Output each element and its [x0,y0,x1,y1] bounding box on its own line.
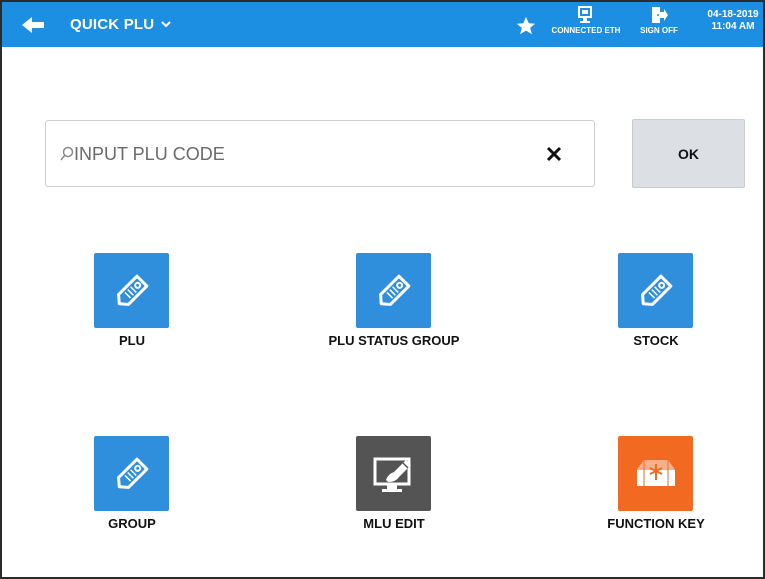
chevron-down-icon [161,21,172,28]
search-icon [60,146,74,161]
tile-plu-status-group-icon-box [356,253,431,328]
back-arrow-icon [22,17,44,33]
app-window: QUICK PLU CONNECTED ETH SIGN OFF 04-18-2… [0,0,765,579]
tile-plu-status-group-label: PLU STATUS GROUP [328,333,460,348]
connection-status-label: CONNECTED ETH [551,26,621,35]
sign-off-icon [652,7,668,23]
ok-button-label: OK [678,145,699,162]
time-text: 11:04 AM [711,21,755,32]
price-tag-icon [640,274,672,306]
sign-off-label: SIGN OFF [640,26,678,35]
tile-function-key[interactable]: FUNCTION KEY [566,436,746,536]
tile-stock-label: STOCK [633,333,679,348]
clear-button[interactable] [543,143,565,165]
screen-title: QUICK PLU [70,15,155,33]
star-icon [516,16,536,35]
plu-search-box [45,120,595,187]
tile-function-key-icon-box [618,436,693,511]
top-bar: QUICK PLU CONNECTED ETH SIGN OFF 04-18-2… [2,2,763,47]
tile-plu-icon-box [94,253,169,328]
tile-stock[interactable]: STOCK [566,253,746,353]
tile-group[interactable]: GROUP [42,436,222,536]
function-key-icon [636,459,675,486]
date-time: 04-18-2019 11:04 AM [704,9,762,33]
sign-off-button[interactable]: SIGN OFF [638,6,680,44]
close-icon [546,146,562,162]
network-icon [578,6,592,23]
tile-mlu-edit[interactable]: MLU EDIT [304,436,484,536]
connection-status: CONNECTED ETH [550,6,622,44]
tile-function-key-label: FUNCTION KEY [607,516,705,531]
plu-code-input[interactable] [74,139,514,169]
tile-mlu-edit-icon-box [356,436,431,511]
ok-button[interactable]: OK [632,119,745,188]
price-tag-icon [116,274,148,306]
tile-stock-icon-box [618,253,693,328]
screen-title-dropdown[interactable]: QUICK PLU [70,12,172,36]
tile-group-icon-box [94,436,169,511]
monitor-edit-icon [373,457,411,492]
favorite-button[interactable] [515,15,537,37]
back-button[interactable] [20,14,54,36]
price-tag-icon [378,274,410,306]
tile-mlu-edit-label: MLU EDIT [363,516,425,531]
date-text: 04-18-2019 [707,9,759,20]
tile-plu[interactable]: PLU [42,253,222,353]
tile-group-label: GROUP [108,516,156,531]
price-tag-icon [116,457,148,489]
tile-plu-status-group[interactable]: PLU STATUS GROUP [304,253,484,353]
tile-plu-label: PLU [119,333,145,348]
